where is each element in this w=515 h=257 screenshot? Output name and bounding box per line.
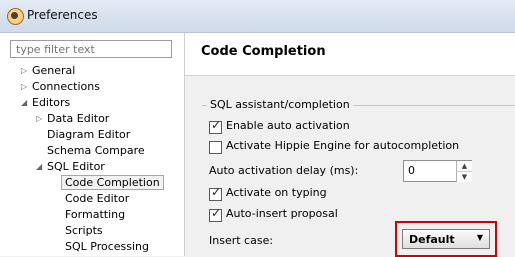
activate-hippie-label: Activate Hippie Engine for autocompletio… <box>226 139 460 152</box>
tree-item-code-completion[interactable]: Code Completion <box>61 175 164 191</box>
group-title: SQL assistant/completion <box>207 98 353 111</box>
collapse-icon[interactable]: ◢ <box>21 95 31 111</box>
tree-item-formatting[interactable]: Formatting <box>65 207 125 223</box>
enable-auto-activation-checkbox[interactable] <box>209 118 222 134</box>
insert-case-label: Insert case: <box>209 234 274 247</box>
auto-activation-delay-label: Auto activation delay (ms): <box>209 164 359 177</box>
tree-item-sql-editor[interactable]: ◢ SQL Editor <box>36 159 105 175</box>
tree-item-editors[interactable]: ◢ Editors <box>21 95 70 111</box>
tree-item-diagram-editor[interactable]: Diagram Editor <box>47 127 130 143</box>
preferences-tree-panel: ▷General ▷Connections ◢Editors ▷Data Edi… <box>0 33 185 256</box>
insert-case-highlight <box>395 221 497 257</box>
app-icon <box>7 8 24 25</box>
tree-item-schema-compare[interactable]: Schema Compare <box>47 143 145 159</box>
tree-item-connections[interactable]: ▷ Connections <box>21 79 100 95</box>
enable-auto-activation-label: Enable auto activation <box>226 119 350 132</box>
spinner-up-icon[interactable]: ▲ <box>456 161 472 171</box>
title-bar: Preferences <box>0 0 515 33</box>
auto-insert-label: Auto-insert proposal <box>226 207 338 220</box>
tree-item-sql-processing[interactable]: SQL Processing <box>65 239 149 255</box>
expand-icon[interactable]: ▷ <box>36 111 46 127</box>
page-title: Code Completion <box>201 44 326 59</box>
activate-on-typing-checkbox[interactable] <box>209 185 222 201</box>
window-title: Preferences <box>27 8 98 22</box>
expand-icon[interactable]: ▷ <box>21 63 31 79</box>
filter-input[interactable] <box>10 40 172 58</box>
tree-item-scripts[interactable]: Scripts <box>65 223 103 239</box>
tree-item-general[interactable]: ▷ General <box>21 63 75 79</box>
delay-value: 0 <box>408 164 415 177</box>
activate-on-typing-label: Activate on typing <box>226 186 327 199</box>
tree-item-code-editor[interactable]: Code Editor <box>65 191 129 207</box>
expand-icon[interactable]: ▷ <box>21 79 31 95</box>
auto-activation-delay-spinner[interactable]: 0 ▲ ▼ <box>403 160 472 182</box>
tree-item-data-editor[interactable]: ▷ Data Editor <box>36 111 109 127</box>
page-header: Code Completion <box>185 33 515 76</box>
collapse-icon[interactable]: ◢ <box>36 159 46 175</box>
activate-hippie-checkbox[interactable] <box>209 141 222 154</box>
auto-insert-checkbox[interactable] <box>209 206 222 222</box>
spinner-down-icon[interactable]: ▼ <box>456 171 472 182</box>
